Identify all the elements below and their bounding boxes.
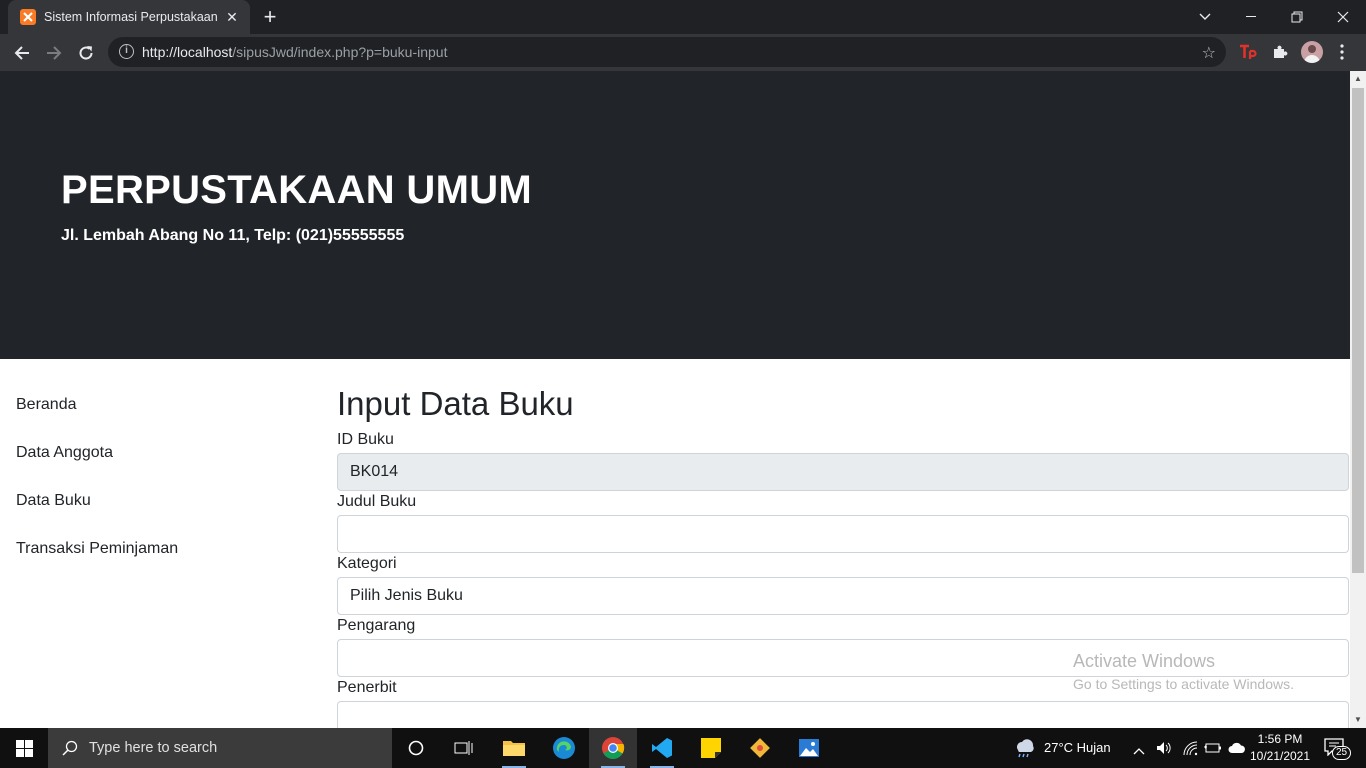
tp-extension-icon[interactable]: [1238, 42, 1258, 62]
photos-icon[interactable]: [785, 728, 833, 768]
field-kategori: Kategori Pilih Jenis Buku: [337, 553, 1349, 615]
weather-text[interactable]: 27°C Hujan: [1044, 740, 1111, 755]
taskbar-clock[interactable]: 1:56 PM 10/21/2021: [1244, 731, 1316, 765]
file-explorer-icon[interactable]: [490, 728, 538, 768]
site-address: Jl. Lembah Abang No 11, Telp: (021)55555…: [61, 227, 405, 244]
minimize-icon[interactable]: [1228, 0, 1274, 34]
scroll-up-arrow-icon[interactable]: ▲: [1350, 71, 1366, 87]
scroll-down-arrow-icon[interactable]: ▼: [1350, 712, 1366, 728]
task-view-icon[interactable]: [440, 728, 488, 768]
new-tab-button[interactable]: +: [259, 6, 281, 28]
field-id-buku: ID Buku: [337, 429, 1349, 491]
notification-count-badge: 25: [1332, 746, 1352, 760]
sidebar-item-beranda[interactable]: Beranda: [0, 379, 320, 427]
site-title: PERPUSTAKAAN UMUM: [61, 168, 533, 212]
cortana-icon[interactable]: [392, 728, 440, 768]
close-window-icon[interactable]: [1320, 0, 1366, 34]
browser-toolbar: i http://localhost/sipusJwd/index.php?p=…: [0, 34, 1366, 71]
clock-date: 10/21/2021: [1249, 749, 1311, 763]
weather-icon[interactable]: [1012, 738, 1036, 763]
notifications-icon[interactable]: 25: [1324, 738, 1352, 760]
volume-icon[interactable]: [1156, 740, 1172, 761]
tab-title: Sistem Informasi Perpustakaan: [44, 10, 218, 24]
tray-chevron-up-icon[interactable]: [1133, 742, 1145, 760]
windows-start-icon[interactable]: [0, 728, 48, 768]
watermark-subtitle: Go to Settings to activate Windows.: [1073, 676, 1294, 692]
forward-arrow-icon[interactable]: [40, 39, 68, 67]
browser-tab[interactable]: Sistem Informasi Perpustakaan ✕: [8, 0, 250, 34]
reload-icon[interactable]: [72, 39, 100, 67]
address-bar[interactable]: i http://localhost/sipusJwd/index.php?p=…: [108, 37, 1226, 67]
menu-kebab-icon[interactable]: [1332, 42, 1352, 62]
battery-icon[interactable]: [1204, 741, 1222, 760]
sidebar-item-transaksi-peminjaman[interactable]: Transaksi Peminjaman: [0, 523, 320, 571]
id-buku-input[interactable]: [337, 453, 1349, 491]
profile-avatar[interactable]: [1301, 41, 1323, 63]
windows-taskbar: Type here to search 27°C Hujan 1:56 PM 1…: [0, 728, 1366, 768]
xampp-favicon-icon: [20, 9, 36, 25]
scroll-thumb[interactable]: [1352, 88, 1364, 573]
back-arrow-icon[interactable]: [8, 39, 36, 67]
sidebar-item-data-anggota[interactable]: Data Anggota: [0, 427, 320, 475]
sidebar-item-data-buku[interactable]: Data Buku: [0, 475, 320, 523]
sidebar-nav: Beranda Data Anggota Data Buku Transaksi…: [0, 379, 320, 571]
extensions-puzzle-icon[interactable]: [1270, 42, 1290, 62]
chrome-icon[interactable]: [589, 728, 637, 768]
field-label: Kategori: [337, 555, 397, 572]
search-icon: [62, 740, 78, 756]
clock-time: 1:56 PM: [1257, 732, 1303, 746]
tab-search-chevron-icon[interactable]: [1182, 0, 1228, 34]
field-label: Pengarang: [337, 617, 416, 634]
form-title: Input Data Buku: [337, 385, 574, 422]
git-client-icon[interactable]: [736, 728, 784, 768]
site-info-icon[interactable]: i: [119, 44, 134, 59]
sticky-notes-icon[interactable]: [687, 728, 735, 768]
watermark-title: Activate Windows: [1073, 651, 1216, 671]
url-text: http://localhost/sipusJwd/index.php?p=bu…: [142, 44, 448, 60]
field-label: ID Buku: [337, 431, 394, 448]
field-judul-buku: Judul Buku: [337, 491, 1349, 553]
activate-windows-watermark: Activate Windows Go to Settings to activ…: [1073, 651, 1294, 692]
bookmark-star-icon[interactable]: ☆: [1202, 43, 1216, 63]
kategori-selected-value: Pilih Jenis Buku: [350, 587, 463, 604]
search-placeholder: Type here to search: [89, 740, 218, 756]
judul-buku-input[interactable]: [337, 515, 1349, 553]
field-label: Judul Buku: [337, 493, 417, 510]
taskbar-search-box[interactable]: Type here to search: [48, 728, 392, 768]
tab-close-icon[interactable]: ✕: [224, 9, 240, 25]
vscode-icon[interactable]: [638, 728, 686, 768]
wifi-icon[interactable]: [1182, 740, 1198, 761]
edge-browser-icon[interactable]: [540, 728, 588, 768]
restore-icon[interactable]: [1274, 0, 1320, 34]
header-banner: PERPUSTAKAAN UMUM Jl. Lembah Abang No 11…: [0, 71, 1350, 359]
page-viewport: PERPUSTAKAAN UMUM Jl. Lembah Abang No 11…: [0, 71, 1350, 728]
penerbit-input[interactable]: [337, 701, 1349, 728]
kategori-select[interactable]: Pilih Jenis Buku: [337, 577, 1349, 615]
browser-tab-strip: Sistem Informasi Perpustakaan ✕ +: [0, 0, 1366, 34]
page-scrollbar[interactable]: ▲ ▼: [1350, 71, 1366, 728]
